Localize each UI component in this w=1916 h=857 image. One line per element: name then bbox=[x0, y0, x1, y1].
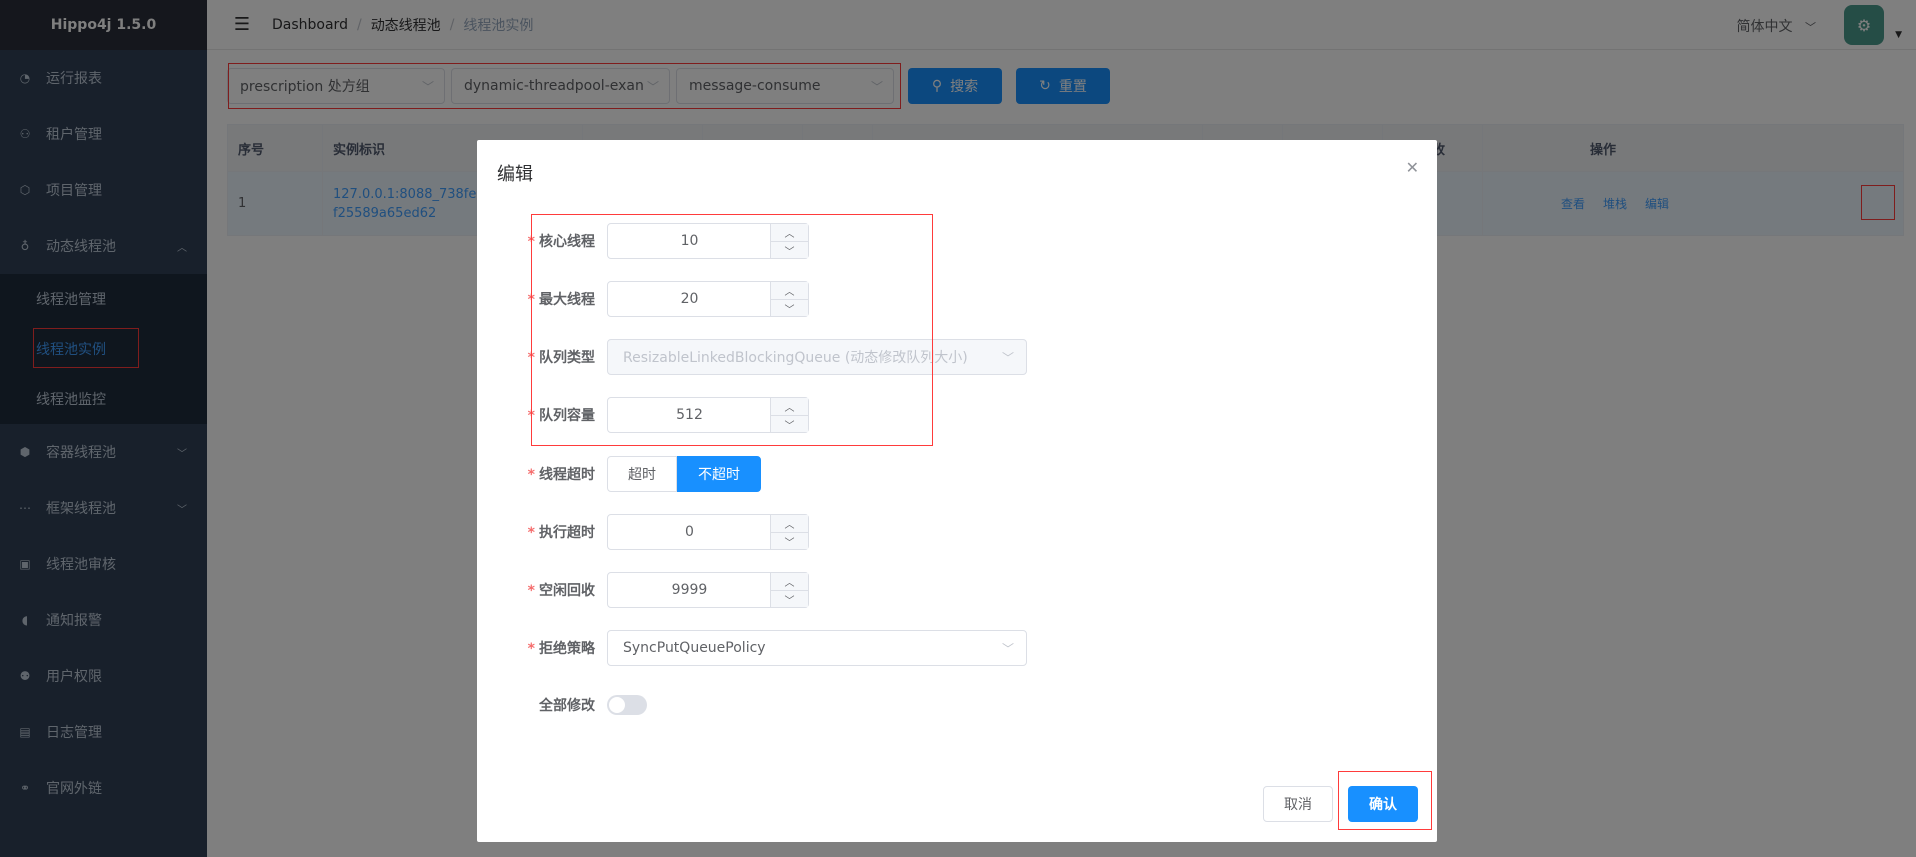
dialog-title: 编辑 bbox=[497, 164, 533, 185]
form-label: * 核心线程 bbox=[527, 234, 595, 250]
max-threads-row: * 最大线程 20 ︿ ﹀ bbox=[517, 281, 809, 317]
exec-timeout-stepper[interactable]: 0 ︿ ﹀ bbox=[607, 514, 809, 550]
form-label: * 队列容量 bbox=[527, 408, 595, 424]
max-threads-value[interactable]: 20 bbox=[608, 291, 771, 307]
chevron-down-icon: ﹀ bbox=[1001, 642, 1014, 656]
stepper-controls: ︿ ﹀ bbox=[770, 398, 808, 432]
keep-alive-value[interactable]: 9999 bbox=[608, 582, 771, 598]
switch-knob bbox=[609, 697, 625, 713]
form-label: * 执行超时 bbox=[527, 525, 595, 541]
exec-timeout-row: * 执行超时 0 ︿ ﹀ bbox=[517, 514, 809, 550]
core-threads-stepper[interactable]: 10 ︿ ﹀ bbox=[607, 223, 809, 259]
form-label: * 队列类型 bbox=[527, 350, 595, 366]
form-label: * 最大线程 bbox=[527, 292, 595, 308]
keep-alive-stepper[interactable]: 9999 ︿ ﹀ bbox=[607, 572, 809, 608]
thread-timeout-radio-group: 超时 不超时 bbox=[607, 456, 761, 492]
decrease-icon[interactable]: ﹀ bbox=[771, 590, 808, 607]
edit-dialog: 编辑 ✕ * 核心线程 10 ︿ ﹀ * 最大线程 20 ︿ ﹀ * 队列类型 Res… bbox=[477, 140, 1437, 842]
modify-all-switch[interactable] bbox=[607, 695, 647, 715]
queue-type-select: ResizableLinkedBlockingQueue (动态修改队列大小) … bbox=[607, 339, 1027, 375]
queue-capacity-row: * 队列容量 512 ︿ ﹀ bbox=[517, 397, 809, 433]
decrease-icon[interactable]: ﹀ bbox=[771, 299, 808, 316]
reject-policy-select[interactable]: SyncPutQueuePolicy ﹀ bbox=[607, 630, 1027, 666]
increase-icon[interactable]: ︿ bbox=[771, 398, 808, 415]
confirm-button[interactable]: 确认 bbox=[1348, 786, 1418, 822]
core-threads-value[interactable]: 10 bbox=[608, 233, 771, 249]
thread-timeout-row: * 线程超时 超时 不超时 bbox=[517, 456, 761, 492]
no-timeout-option[interactable]: 不超时 bbox=[677, 456, 761, 492]
form-label: * 线程超时 bbox=[527, 467, 595, 483]
stepper-controls: ︿ ﹀ bbox=[770, 282, 808, 316]
stepper-controls: ︿ ﹀ bbox=[770, 573, 808, 607]
form-label: 全部修改 bbox=[539, 698, 595, 714]
increase-icon[interactable]: ︿ bbox=[771, 282, 808, 299]
chevron-down-icon: ﹀ bbox=[1001, 351, 1014, 365]
cancel-button[interactable]: 取消 bbox=[1263, 786, 1333, 822]
decrease-icon[interactable]: ﹀ bbox=[771, 241, 808, 258]
increase-icon[interactable]: ︿ bbox=[771, 515, 808, 532]
keep-alive-row: * 空闲回收 9999 ︿ ﹀ bbox=[517, 572, 809, 608]
stepper-controls: ︿ ﹀ bbox=[770, 515, 808, 549]
increase-icon[interactable]: ︿ bbox=[771, 224, 808, 241]
max-threads-stepper[interactable]: 20 ︿ ﹀ bbox=[607, 281, 809, 317]
modify-all-row: 全部修改 bbox=[517, 695, 647, 715]
form-label: * 拒绝策略 bbox=[527, 641, 595, 657]
queue-capacity-stepper[interactable]: 512 ︿ ﹀ bbox=[607, 397, 809, 433]
queue-capacity-value[interactable]: 512 bbox=[608, 407, 771, 423]
form-label: * 空闲回收 bbox=[527, 583, 595, 599]
exec-timeout-value[interactable]: 0 bbox=[608, 524, 771, 540]
queue-type-value: ResizableLinkedBlockingQueue (动态修改队列大小) bbox=[623, 350, 968, 366]
reject-policy-row: * 拒绝策略 SyncPutQueuePolicy ﹀ bbox=[517, 630, 1027, 666]
timeout-option[interactable]: 超时 bbox=[607, 456, 677, 492]
increase-icon[interactable]: ︿ bbox=[771, 573, 808, 590]
core-threads-row: * 核心线程 10 ︿ ﹀ bbox=[517, 223, 809, 259]
decrease-icon[interactable]: ﹀ bbox=[771, 415, 808, 432]
close-icon[interactable]: ✕ bbox=[1406, 158, 1419, 177]
queue-type-row: * 队列类型 ResizableLinkedBlockingQueue (动态修改… bbox=[517, 339, 1027, 375]
reject-policy-value: SyncPutQueuePolicy bbox=[623, 640, 766, 656]
stepper-controls: ︿ ﹀ bbox=[770, 224, 808, 258]
decrease-icon[interactable]: ﹀ bbox=[771, 532, 808, 549]
